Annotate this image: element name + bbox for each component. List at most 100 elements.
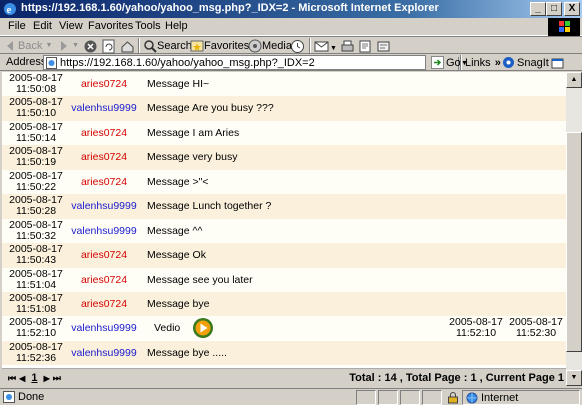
row-message: Message >"<	[147, 175, 209, 188]
discuss-icon[interactable]	[376, 38, 391, 55]
row-datetime: 2005-08-17 11:50:10	[9, 96, 63, 120]
windows-logo-icon	[548, 18, 580, 36]
row-user: valenhsu9999	[71, 200, 137, 213]
row-user: valenhsu9999	[71, 224, 137, 237]
menu-file[interactable]: File	[8, 20, 26, 32]
refresh-icon[interactable]	[101, 38, 116, 55]
row-user: valenhsu9999	[71, 346, 137, 359]
row-message: Message Are you busy ???	[147, 102, 274, 115]
table-row: 2005-08-17 11:50:14 aries0724 Message I am …	[2, 120, 566, 146]
media-icon	[248, 39, 262, 52]
menu-favorites[interactable]: Favorites	[88, 20, 133, 32]
internet-explorer-icon: e	[4, 3, 16, 16]
table-row: 2005-08-17 11:50:10 valenhsu9999 Message Ar…	[2, 96, 566, 121]
menu-tools[interactable]: Tools	[135, 20, 161, 32]
row-message: Message Lunch together ?	[147, 200, 272, 213]
status-bar: Done Internet	[0, 388, 582, 405]
close-button[interactable]: X	[564, 2, 580, 16]
row-datetime: 2005-08-17 11:52:36	[9, 340, 63, 364]
favorites-button[interactable]: Favorites	[190, 37, 249, 54]
search-icon	[144, 39, 157, 53]
status-panel	[378, 390, 398, 405]
home-icon[interactable]	[120, 38, 135, 55]
table-row: 2005-08-17 11:50:08 aries0724 Message HI~	[2, 72, 566, 97]
favorites-icon	[190, 40, 204, 51]
status-panel	[422, 390, 442, 405]
row-message: Message I am Aries	[147, 126, 240, 139]
print-icon[interactable]	[340, 38, 355, 55]
go-button[interactable]: Go	[431, 54, 461, 71]
row-user: valenhsu9999	[71, 102, 137, 115]
previous-page-button[interactable]: ◀	[19, 374, 25, 383]
scroll-up-icon[interactable]: ▲	[566, 72, 582, 88]
zone-panel: Internet	[462, 390, 580, 405]
page-icon	[46, 57, 57, 69]
snagit-button[interactable]: SnagIt	[502, 54, 549, 71]
video-end-datetime: 2005-08-17 11:52:30	[509, 316, 563, 339]
next-page-button[interactable]: ▶	[44, 374, 50, 383]
table-row: 2005-08-17 11:52:36 valenhsu9999 Message…	[2, 340, 566, 365]
first-page-button[interactable]: ⏮	[8, 373, 16, 383]
zone-text: Internet	[481, 392, 519, 404]
row-datetime: 2005-08-17 11:51:04	[9, 267, 63, 291]
chevron-right-icon: »	[494, 56, 501, 69]
table-row: 2005-08-17 11:50:28 valenhsu9999 Message Lu…	[2, 194, 566, 219]
back-button[interactable]: Back ▼	[4, 37, 52, 54]
toolbar-separator	[138, 38, 140, 53]
vertical-scrollbar[interactable]: ▲ ▼	[566, 72, 582, 386]
mail-icon[interactable]: ▼	[314, 38, 336, 55]
pager: ⏮ ◀ 1 ▶ ⏭	[8, 372, 61, 384]
chevron-down-icon: ▼	[72, 42, 79, 49]
scroll-thumb[interactable]	[566, 132, 582, 352]
pagination-bar: ⏮ ◀ 1 ▶ ⏭ Total : 14 , Total Page : 1 , …	[2, 368, 566, 386]
go-arrow-icon	[431, 56, 444, 69]
row-message: Message HI~	[147, 78, 210, 90]
title-bar: e https://192.168.1.60/yahoo/yahoo_msg.p…	[0, 0, 582, 18]
menu-help[interactable]: Help	[165, 20, 188, 32]
edit-icon[interactable]	[358, 38, 373, 55]
capture-window-icon[interactable]	[550, 55, 565, 72]
lock-icon[interactable]	[447, 391, 459, 404]
status-panel	[400, 390, 420, 405]
stop-icon[interactable]	[83, 38, 98, 55]
forward-button[interactable]: ▼	[56, 37, 79, 54]
row-user: aries0724	[80, 78, 128, 90]
scroll-down-icon[interactable]: ▼	[566, 370, 582, 386]
row-datetime: 2005-08-17 11:50:19	[9, 145, 63, 169]
page-number-link[interactable]: 1	[31, 372, 37, 384]
table-row: 2005-08-17 11:50:32 valenhsu9999 Message ^^	[2, 218, 566, 244]
table-row: 2005-08-17 11:50:22 aries0724 Message >"<	[2, 169, 566, 195]
table-row: 2005-08-17 11:51:04 aries0724 Message see y…	[2, 267, 566, 292]
media-player-icon[interactable]	[192, 317, 214, 339]
row-user: aries0724	[80, 151, 128, 164]
row-datetime: 2005-08-17 11:52:10	[9, 316, 63, 339]
row-datetime: 2005-08-17 11:50:08	[9, 72, 63, 95]
row-datetime: 2005-08-17 11:50:22	[9, 169, 63, 193]
row-message: Message very busy	[147, 151, 238, 164]
address-label: Address	[6, 56, 47, 68]
video-row: 2005-08-17 11:52:10 valenhsu9999 Vedio 2…	[2, 316, 566, 341]
last-page-button[interactable]: ⏭	[53, 373, 61, 383]
video-start-datetime: 2005-08-17 11:52:10	[449, 316, 503, 339]
standard-toolbar: Back ▼ ▼ Search Favorites Media ▼	[0, 36, 582, 54]
maximize-button[interactable]: □	[546, 2, 562, 16]
row-user: aries0724	[80, 273, 128, 286]
snagit-icon	[503, 57, 514, 68]
row-message: Message bye .....	[147, 346, 227, 359]
row-message: Message ^^	[147, 224, 203, 237]
page-totals: Total : 14 , Total Page : 1 , Current Pa…	[349, 372, 564, 384]
search-button[interactable]: Search	[143, 37, 192, 54]
menu-edit[interactable]: Edit	[33, 20, 52, 32]
media-button[interactable]: Media	[248, 37, 292, 54]
row-user: aries0724	[80, 298, 128, 311]
row-datetime: 2005-08-17 11:50:28	[9, 194, 63, 218]
menu-view[interactable]: View	[59, 20, 83, 32]
table-row: 2005-08-17 11:50:43 aries0724 Message Ok	[2, 243, 566, 268]
menu-bar: File Edit View Favorites Tools Help	[0, 18, 582, 36]
links-button[interactable]: Links »	[465, 54, 501, 71]
window-title: https://192.168.1.60/yahoo/yahoo_msg.php…	[21, 2, 439, 14]
history-icon[interactable]	[290, 38, 305, 55]
row-user: aries0724	[80, 249, 128, 262]
minimize-button[interactable]: _	[530, 2, 546, 16]
address-field[interactable]: https://192.168.1.60/yahoo/yahoo_msg.php…	[43, 55, 470, 70]
